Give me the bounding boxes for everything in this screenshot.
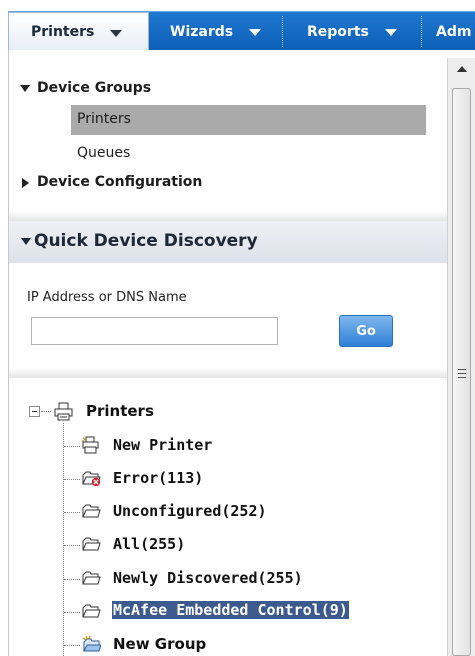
menu-separator [282, 16, 283, 47]
printer-group-icon [54, 402, 73, 421]
collapsed-triangle-icon[interactable] [22, 178, 29, 188]
chevron-down-icon [110, 29, 123, 37]
menu-separator [421, 16, 422, 47]
folder-icon [82, 537, 101, 551]
tree-connector [41, 411, 51, 412]
tree-connector [64, 446, 80, 447]
quick-discovery-header[interactable]: Quick Device Discovery [9, 221, 448, 263]
device-group-item-queues[interactable]: Queues [77, 145, 130, 161]
quick-discovery-title: Quick Device Discovery [34, 231, 258, 251]
menu-tab-wizards[interactable]: Wizards [151, 12, 279, 51]
chevron-down-icon [384, 29, 397, 36]
grip-icon [458, 369, 466, 378]
top-menubar: Printers Wizards Reports Adm [0, 0, 475, 51]
tree-item-mcafee-embedded-control[interactable]: McAfee Embedded Control(9) [112, 601, 349, 619]
ip-address-input[interactable] [31, 317, 278, 345]
expand-triangle-icon[interactable] [20, 85, 30, 92]
section-divider [9, 211, 448, 221]
chevron-down-icon [249, 29, 262, 36]
menu-tab-printers[interactable]: Printers [8, 12, 149, 51]
tree-item-newly-discovered[interactable]: Newly Discovered(255) [113, 569, 303, 587]
tree-item-new-printer[interactable]: New Printer [113, 436, 212, 454]
scrollbar-thumb[interactable] [452, 88, 471, 656]
menu-tab-label: Wizards [170, 23, 234, 40]
collapse-toggle-icon[interactable] [29, 406, 40, 417]
collapse-triangle-icon [21, 238, 31, 245]
new-printer-icon [82, 436, 99, 454]
menubar-strip: Printers Wizards Reports Adm [8, 11, 475, 51]
error-folder-icon [82, 471, 101, 487]
menu-tab-reports[interactable]: Reports [285, 12, 419, 51]
tree-connector [64, 579, 80, 580]
tree-item-error[interactable]: Error(113) [113, 469, 203, 487]
tree-connector [64, 612, 80, 613]
new-group-icon [82, 635, 101, 652]
folder-icon [82, 504, 101, 518]
device-groups-tree: Device Groups Printers Queues Device Con… [9, 50, 448, 210]
ip-address-label: IP Address or DNS Name [27, 290, 187, 305]
menu-tab-label: Adm [436, 23, 472, 40]
device-group-item-printers[interactable]: Printers [77, 111, 131, 127]
tree-item-unconfigured[interactable]: Unconfigured(252) [113, 502, 267, 520]
tree-connector [64, 512, 80, 513]
tree-connector [64, 645, 80, 646]
folder-icon [82, 571, 101, 585]
left-panel: Device Groups Printers Queues Device Con… [8, 50, 448, 656]
go-button[interactable]: Go [339, 315, 393, 347]
tree-connector [64, 479, 80, 480]
menu-tab-admin[interactable]: Adm [424, 12, 475, 51]
tree-item-new-group[interactable]: New Group [113, 635, 206, 653]
printer-tree-root[interactable]: Printers [86, 402, 154, 420]
vertical-scrollbar[interactable] [447, 58, 475, 656]
menu-tab-label: Reports [307, 23, 369, 40]
device-groups-header[interactable]: Device Groups [37, 80, 151, 96]
tree-item-all[interactable]: All(255) [113, 535, 185, 553]
scroll-up-arrow-icon[interactable] [457, 66, 467, 72]
section-divider [9, 368, 448, 378]
menu-tab-label: Printers [31, 24, 95, 40]
folder-icon [82, 604, 101, 618]
tree-guide-line [63, 423, 64, 656]
tree-connector [64, 545, 80, 546]
device-configuration-item[interactable]: Device Configuration [37, 174, 202, 190]
